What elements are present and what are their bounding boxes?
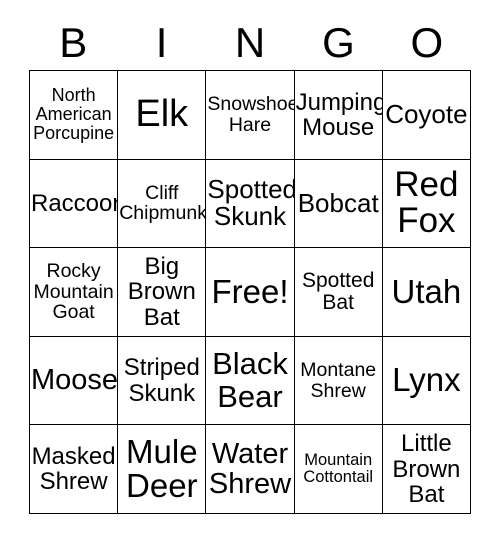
bingo-free-space[interactable]: Free! (206, 248, 295, 337)
bingo-cell[interactable]: Snowshoe Hare (206, 71, 295, 160)
bingo-cell[interactable]: Coyote (382, 71, 471, 160)
bingo-cell[interactable]: Water Shrew (206, 425, 295, 514)
bingo-cell-label: Mountain Cottontail (303, 450, 374, 487)
bingo-cell[interactable]: Bobcat (294, 159, 383, 249)
bingo-cell[interactable]: Cliff Chipmunk (118, 159, 207, 249)
bingo-cell[interactable]: Black Bear (206, 336, 295, 426)
bingo-header-letter-n: N (234, 19, 266, 66)
bingo-header-row: BINGO (29, 16, 471, 70)
bingo-cell[interactable]: Raccoon (30, 159, 119, 249)
bingo-cell-label: Water Shrew (208, 437, 292, 501)
bingo-cell-label: Spotted Skunk (207, 174, 295, 232)
bingo-cell-label: Free! (211, 272, 289, 310)
bingo-cell-label: North American Porcupine (33, 85, 115, 144)
bingo-cell-label: Cliff Chipmunk (119, 181, 207, 225)
bingo-header-letter-o: O (410, 19, 444, 66)
bingo-cell[interactable]: Spotted Bat (294, 248, 383, 337)
bingo-cell[interactable]: Spotted Skunk (206, 159, 295, 249)
bingo-cell[interactable]: Red Fox (382, 159, 471, 249)
bingo-cell[interactable]: North American Porcupine (30, 71, 119, 160)
bingo-cell-label: Big Brown Bat (127, 253, 196, 331)
bingo-cell-label: Montane Shrew (300, 359, 377, 402)
bingo-cell-label: Striped Skunk (123, 354, 200, 407)
bingo-cell-label: Jumping Mouse (295, 88, 383, 141)
bingo-cell[interactable]: Little Brown Bat (382, 425, 471, 514)
bingo-cell[interactable]: Lynx (382, 336, 471, 426)
bingo-cell-label: Masked Shrew (31, 443, 116, 496)
bingo-cell[interactable]: Utah (382, 248, 471, 337)
bingo-cell-label: Coyote (385, 99, 468, 130)
bingo-header-letter-g: G (322, 19, 355, 66)
bingo-cell[interactable]: Moose (30, 336, 119, 426)
bingo-cell-label: Little Brown Bat (392, 430, 461, 508)
bingo-cell-label: Rocky Mountain Goat (33, 260, 114, 324)
bingo-header-letter-b: B (59, 19, 88, 66)
bingo-cell-label: Lynx (392, 361, 461, 399)
bingo-cell[interactable]: Jumping Mouse (294, 71, 383, 160)
bingo-cell-label: Bobcat (297, 187, 379, 218)
bingo-card: B I N G O North American Porcupine Elk Snowsho… (0, 0, 500, 544)
bingo-cell[interactable]: Rocky Mountain Goat (30, 248, 119, 337)
bingo-cell-label: Red Fox (394, 164, 459, 241)
bingo-cell[interactable]: Striped Skunk (118, 336, 207, 426)
bingo-cell[interactable]: Mountain Cottontail (294, 425, 383, 514)
bingo-cell-label: Elk (135, 92, 189, 135)
bingo-cell[interactable]: Big Brown Bat (118, 248, 207, 337)
bingo-cell[interactable]: Elk (118, 71, 207, 160)
bingo-header-letter-i: I (155, 19, 168, 66)
bingo-cell[interactable]: Mule Deer (118, 425, 207, 514)
bingo-cell[interactable]: Masked Shrew (30, 425, 119, 514)
bingo-cell-label: Black Bear (212, 346, 288, 414)
bingo-grid: North American Porcupine Elk Snowshoe Hare… (29, 70, 471, 514)
bingo-cell-label: Moose (31, 364, 119, 397)
bingo-cell-label: Spotted Bat (301, 268, 375, 314)
bingo-cell-label: Mule Deer (126, 432, 198, 505)
bingo-cell-label: Snowshoe Hare (207, 93, 295, 136)
bingo-cell-label: Utah (391, 272, 462, 310)
bingo-cell-label: Raccoon (31, 189, 119, 217)
bingo-cell[interactable]: Montane Shrew (294, 336, 383, 426)
